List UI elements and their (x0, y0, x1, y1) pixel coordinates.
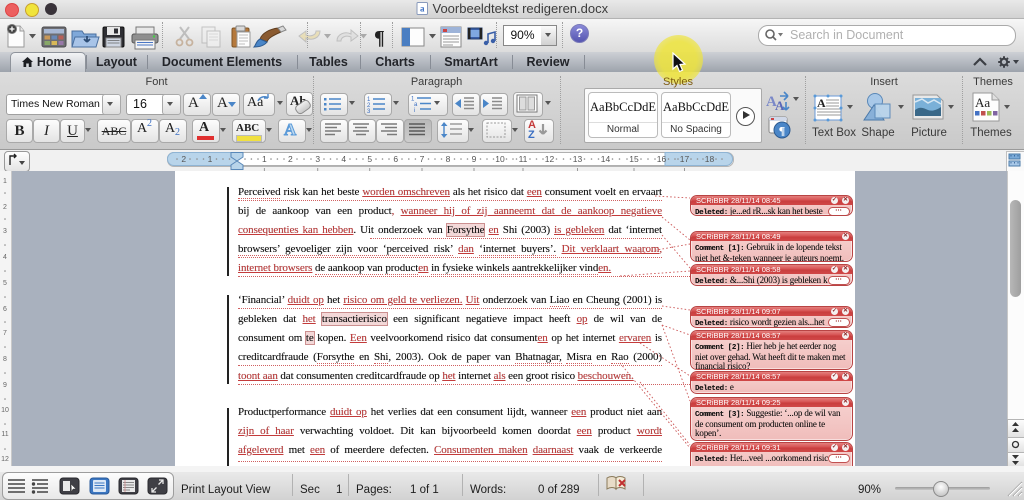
svg-text:10: 10 (495, 154, 505, 164)
svg-text:12: 12 (545, 154, 555, 164)
svg-text:11: 11 (1, 431, 8, 438)
svg-text:¶: ¶ (374, 27, 385, 49)
svg-text:i: i (414, 108, 415, 113)
svg-text:15: 15 (629, 154, 639, 164)
svg-text:¶: ¶ (779, 124, 785, 138)
svg-text:3: 3 (3, 228, 7, 235)
svg-text:8: 8 (446, 154, 451, 164)
svg-text:16: 16 (657, 154, 667, 164)
svg-text:18: 18 (705, 154, 715, 164)
svg-text:5: 5 (3, 280, 7, 287)
svg-text:1: 1 (262, 154, 267, 164)
svg-text:7: 7 (3, 330, 7, 337)
svg-text:5: 5 (367, 154, 372, 164)
svg-text:1: 1 (3, 178, 7, 185)
svg-text:11: 11 (519, 154, 528, 164)
svg-text:2: 2 (181, 154, 186, 164)
svg-text:7: 7 (420, 154, 425, 164)
svg-text:1: 1 (208, 154, 213, 164)
svg-text:6: 6 (393, 154, 398, 164)
svg-text:2: 2 (3, 204, 7, 211)
svg-text:3: 3 (315, 154, 320, 164)
svg-text:14: 14 (601, 154, 611, 164)
svg-text:12: 12 (1, 456, 9, 463)
svg-text:A: A (775, 98, 785, 112)
svg-text:4: 4 (3, 254, 7, 261)
svg-text:Aa: Aa (975, 95, 990, 110)
svg-text:6: 6 (3, 306, 7, 313)
svg-text:a: a (420, 4, 425, 14)
svg-text:13: 13 (573, 154, 583, 164)
svg-text:9: 9 (472, 154, 477, 164)
svg-text:2: 2 (288, 154, 293, 164)
svg-text:A: A (817, 96, 826, 110)
svg-text:4: 4 (341, 154, 346, 164)
svg-text:10: 10 (1, 407, 9, 414)
svg-text:9: 9 (3, 382, 7, 389)
svg-text:17: 17 (680, 154, 690, 164)
svg-text:3: 3 (367, 109, 371, 113)
svg-text:8: 8 (3, 356, 7, 363)
